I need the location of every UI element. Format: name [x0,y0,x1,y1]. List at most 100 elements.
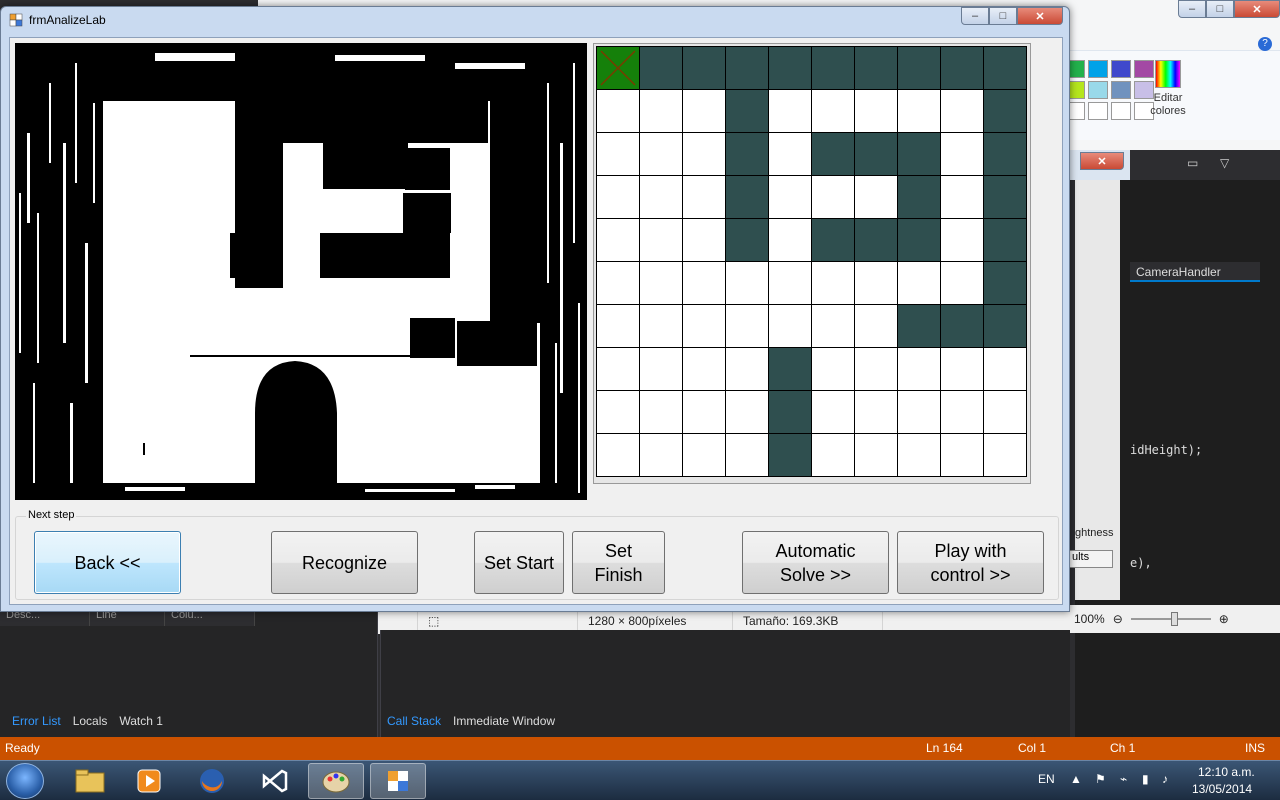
paint-minimize-button[interactable]: – [1178,0,1206,18]
maze-wall-cell[interactable] [812,133,855,176]
comment-icon[interactable]: ▭ [1187,156,1198,170]
maze-open-cell[interactable] [640,305,683,348]
maze-wall-cell[interactable] [855,47,898,90]
maze-open-cell[interactable] [640,219,683,262]
maze-grid[interactable] [596,46,1027,477]
maze-open-cell[interactable] [769,219,812,262]
maze-wall-cell[interactable] [726,47,769,90]
paint-icon[interactable] [308,763,364,799]
maze-open-cell[interactable] [683,434,726,477]
maze-wall-cell[interactable] [726,133,769,176]
maze-open-cell[interactable] [683,219,726,262]
maze-wall-cell[interactable] [984,133,1027,176]
maze-open-cell[interactable] [855,90,898,133]
swatch-empty-2[interactable] [1088,102,1108,120]
tab-watch-1[interactable]: Watch 1 [113,710,169,732]
maze-open-cell[interactable] [597,262,640,305]
automatic-solve-button[interactable]: Automatic Solve >> [742,531,889,594]
maze-wall-cell[interactable] [855,133,898,176]
swatch-cyan[interactable] [1088,60,1108,78]
maze-open-cell[interactable] [855,348,898,391]
maze-open-cell[interactable] [640,348,683,391]
show-hidden-icons[interactable]: ▲ [1070,772,1082,786]
maze-open-cell[interactable] [898,348,941,391]
maze-wall-cell[interactable] [941,47,984,90]
maze-wall-cell[interactable] [984,305,1027,348]
maze-open-cell[interactable] [726,434,769,477]
maze-open-cell[interactable] [855,434,898,477]
maze-open-cell[interactable] [941,219,984,262]
paint-maximize-button[interactable]: □ [1206,0,1234,18]
swatch-light-cyan[interactable] [1088,81,1108,99]
maze-wall-cell[interactable] [812,47,855,90]
tab-locals[interactable]: Locals [67,710,114,732]
maze-wall-cell[interactable] [769,348,812,391]
maze-wall-cell[interactable] [984,219,1027,262]
network-icon[interactable]: ⌁ [1120,772,1127,786]
maze-open-cell[interactable] [640,434,683,477]
maze-open-cell[interactable] [898,434,941,477]
maze-wall-cell[interactable] [640,47,683,90]
maze-open-cell[interactable] [941,391,984,434]
maze-open-cell[interactable] [683,305,726,348]
maze-open-cell[interactable] [640,391,683,434]
maze-open-cell[interactable] [769,305,812,348]
maze-open-cell[interactable] [855,391,898,434]
maze-open-cell[interactable] [941,348,984,391]
maze-wall-cell[interactable] [984,176,1027,219]
maze-open-cell[interactable] [640,262,683,305]
zoom-slider[interactable] [1130,612,1211,626]
maze-wall-cell[interactable] [898,219,941,262]
maze-open-cell[interactable] [769,133,812,176]
tab-immediate-window[interactable]: Immediate Window [447,710,561,732]
maze-open-cell[interactable] [597,391,640,434]
set-start-button[interactable]: Set Start [474,531,564,594]
window-titlebar[interactable]: frmAnalizeLab – □ ✕ [1,7,1069,33]
maze-open-cell[interactable] [941,176,984,219]
close-button[interactable]: ✕ [1017,7,1063,25]
maze-open-cell[interactable] [941,434,984,477]
action-center-icon[interactable]: ⚑ [1095,772,1106,786]
maze-wall-cell[interactable] [984,47,1027,90]
maze-open-cell[interactable] [941,90,984,133]
tab-error-list[interactable]: Error List [6,710,67,732]
maze-open-cell[interactable] [984,434,1027,477]
maze-open-cell[interactable] [941,262,984,305]
defaults-button[interactable]: ults [1069,550,1113,568]
maze-wall-cell[interactable] [898,133,941,176]
maze-open-cell[interactable] [683,176,726,219]
power-icon[interactable]: ▮ [1142,772,1149,786]
maze-open-cell[interactable] [640,176,683,219]
maze-wall-cell[interactable] [769,391,812,434]
maze-wall-cell[interactable] [898,305,941,348]
maze-open-cell[interactable] [812,391,855,434]
dialog-close-button[interactable]: ✕ [1080,152,1124,170]
maze-wall-cell[interactable] [726,219,769,262]
help-icon[interactable]: ? [1258,37,1272,51]
maze-open-cell[interactable] [769,176,812,219]
clock-time[interactable]: 12:10 a.m. [1198,765,1255,779]
swatch-empty-3[interactable] [1111,102,1131,120]
media-player-icon[interactable] [121,763,177,799]
maze-wall-cell[interactable] [898,47,941,90]
maze-open-cell[interactable] [683,262,726,305]
maze-open-cell[interactable] [984,391,1027,434]
maze-open-cell[interactable] [984,348,1027,391]
maze-open-cell[interactable] [855,305,898,348]
maze-open-cell[interactable] [597,434,640,477]
maze-open-cell[interactable] [898,391,941,434]
maze-open-cell[interactable] [726,262,769,305]
maze-open-cell[interactable] [683,90,726,133]
maze-open-cell[interactable] [812,176,855,219]
maze-wall-cell[interactable] [769,434,812,477]
maze-open-cell[interactable] [597,348,640,391]
maze-wall-cell[interactable] [683,47,726,90]
maze-open-cell[interactable] [726,391,769,434]
firefox-icon[interactable] [184,763,240,799]
maze-open-cell[interactable] [597,133,640,176]
play-with-control-button[interactable]: Play with control >> [897,531,1044,594]
maze-open-cell[interactable] [769,90,812,133]
maze-start-cell[interactable] [597,47,640,90]
recognize-button[interactable]: Recognize [271,531,418,594]
winforms-app-icon[interactable] [370,763,426,799]
